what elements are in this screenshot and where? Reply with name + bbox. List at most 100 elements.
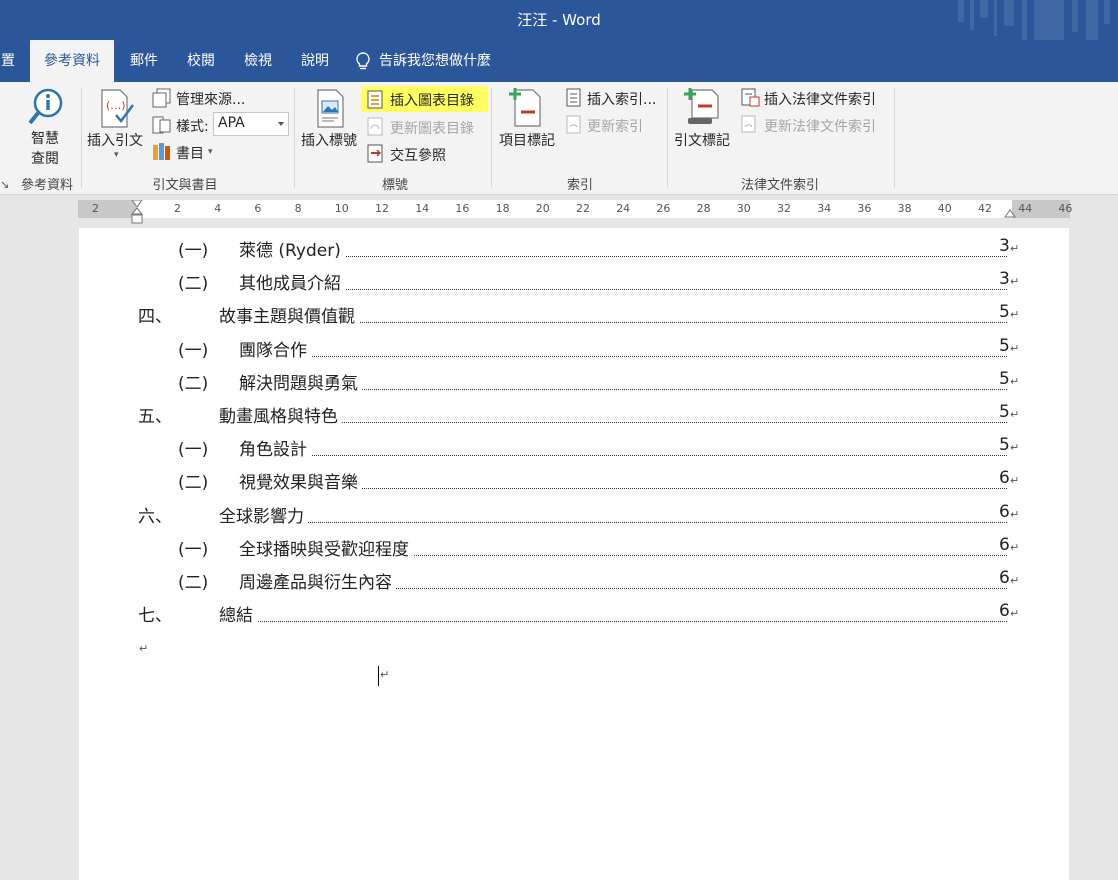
update-table-of-authorities-button[interactable]: 更新法律文件索引 [764,116,876,136]
ruler-number: 4 [214,202,222,215]
ruler-number: 8 [294,202,302,215]
group-separator [294,88,295,188]
update-table-button[interactable]: 更新圖表目錄 [390,118,474,138]
toc-entry-page: 3 [999,236,1010,256]
tab-references[interactable]: 參考資料 [30,40,114,82]
toc-entry-title: 萊德 (Ryder) [239,236,345,261]
insert-table-of-figures-button[interactable]: 插入圖表目錄 [390,90,474,110]
insert-citation-dropdown-icon[interactable]: ▾ [114,150,119,160]
toc-entry[interactable]: (一) 全球播映與受歡迎程度 6 ↵ [178,534,1029,568]
group-separator [894,88,895,188]
ruler-number: 10 [334,202,349,215]
tab-help[interactable]: 說明 [289,40,341,82]
insert-index-icon [566,88,581,107]
paragraph-mark: ↵ [1010,540,1020,554]
style-select-value: APA [218,115,245,131]
bibliography-button[interactable]: 書目 [176,143,204,163]
style-select[interactable]: APA [213,112,289,136]
toc-leader-dots [239,435,1007,457]
ruler-number: 2 [174,202,181,215]
toc-entry-number: 七、 [138,606,172,627]
toc-entry-number: 五、 [138,407,172,427]
group-separator [81,88,82,188]
toc-entry-title: 全球播映與受歡迎程度 [239,534,413,560]
toc-entry[interactable]: 六、 全球影響力 6 ↵ [138,501,1029,535]
toc-entry-page: 6 [999,468,1010,489]
paragraph-mark: ↵ [380,668,390,681]
document-page[interactable]: (一) 萊德 (Ryder) 3 ↵ (二) 其他成員介紹 3 ↵ 四、 故事主題與價值觀 5 ↵ (一… [79,228,1069,880]
toc-entry-page: 5 [999,368,1010,389]
toc-entry[interactable]: (二) 周邊產品與衍生內容 6 ↵ [178,568,1029,601]
group-label-citations: 引文與書目 [152,178,218,193]
bibliography-dropdown-icon[interactable]: ▾ [208,147,213,157]
ruler-number: 12 [375,202,389,215]
toc-entry[interactable]: 七、 總結 6 ↵ [138,601,1029,634]
toc-entry-number: 六、 [138,506,172,527]
toc-leader-dots [239,269,1007,291]
ruler-number: 14 [415,202,430,215]
tab-mailings[interactable]: 郵件 [118,40,170,82]
smart-lookup-icon [28,88,63,125]
insert-index-button[interactable]: 插入索引... [587,89,656,109]
toc-entry[interactable]: (二) 其他成員介紹 3 ↵ [178,269,1029,302]
update-table-icon [367,117,383,136]
group-label-authorities: 法律文件索引 [740,178,819,193]
ruler-number: 20 [535,202,550,215]
title-bar: 汪汪 - Word [0,0,1118,40]
toc-entry-number: (一) [178,340,209,361]
smart-lookup-label-2[interactable]: 查閱 [31,148,59,168]
paragraph-mark: ↵ [1010,474,1020,488]
toc-entry[interactable]: (一) 團隊合作 5 ↵ [178,335,1029,369]
toc-entry-number: (一) [178,241,209,261]
toc-entry[interactable]: (二) 解決問題與勇氣 5 ↵ [178,368,1029,402]
toc-entry-page: 6 [999,501,1010,522]
ruler-number: 28 [696,202,711,215]
tell-me-text: 告訴我您想做什麼 [379,53,491,69]
toc-entry[interactable]: (二) 視覺效果與音樂 6 ↵ [178,468,1029,501]
toc-entry-title: 視覺效果與音樂 [239,468,362,494]
toc-entry-title: 全球影響力 [219,501,308,527]
toc-entry[interactable]: (一) 萊德 (Ryder) 3 ↵ [178,236,1029,269]
toc-entry-number: (二) [178,473,209,494]
toc-entry-number: (二) [178,573,209,593]
toc-entry-title: 故事主題與價值觀 [219,302,359,328]
paragraph-mark: ↵ [1010,507,1020,521]
toc-entry-page: 5 [999,302,1010,323]
tab-layout-partial[interactable]: 置 [0,40,16,82]
right-indent-marker-icon[interactable] [1004,209,1016,218]
indent-marker-icon[interactable] [131,200,143,226]
table-of-figures-icon [367,90,383,109]
update-index-button[interactable]: 更新索引 [587,116,643,136]
insert-citation-button[interactable]: 插入引文 [87,130,143,150]
ruler-number: 34 [817,202,832,215]
mark-entry-icon [509,88,541,127]
toc-entry[interactable]: (一) 角色設計 5 ↵ [178,435,1029,468]
horizontal-ruler[interactable]: 2 2 4 6 8 10 12 14 16 18 20 22 24 26 28 30 32 34 36 38 40 42 4… [78,200,1072,224]
manage-sources-button[interactable]: 管理來源... [176,89,245,109]
toc-entry-title: 其他成員介紹 [239,269,345,295]
toc-entry-title: 周邊產品與衍生內容 [239,568,396,593]
paragraph-mark: ↵ [139,642,149,655]
mark-citation-button[interactable]: 引文標記 [674,130,730,150]
title-decoration [948,0,1118,40]
toc-entry[interactable]: 四、 故事主題與價值觀 5 ↵ [138,302,1029,335]
toc-entry-page: 5 [999,402,1010,422]
insert-table-of-authorities-button[interactable]: 插入法律文件索引 [764,89,876,109]
mark-entry-button[interactable]: 項目標記 [499,130,555,150]
cross-reference-button[interactable]: 交互參照 [390,145,446,165]
ruler-number: 30 [736,202,751,215]
ruler-number: 24 [616,202,631,215]
ruler-number: 16 [455,202,470,215]
dialog-launcher-icon[interactable]: ↘ [0,178,9,191]
smart-lookup-label-1[interactable]: 智慧 [31,128,59,148]
tab-view[interactable]: 檢視 [232,40,284,82]
toc-entry[interactable]: 五、 動畫風格與特色 5 ↵ [138,402,1029,435]
style-label: 樣式: [176,119,209,135]
tab-review[interactable]: 校閱 [175,40,227,82]
toc-entry-page: 3 [999,269,1010,290]
tell-me-box[interactable]: 告訴我您想做什麼 [355,40,491,82]
ruler-number: 32 [777,202,791,215]
insert-caption-button[interactable]: 插入標號 [301,130,357,150]
text-cursor [378,666,379,686]
paragraph-mark: ↵ [1010,607,1020,621]
